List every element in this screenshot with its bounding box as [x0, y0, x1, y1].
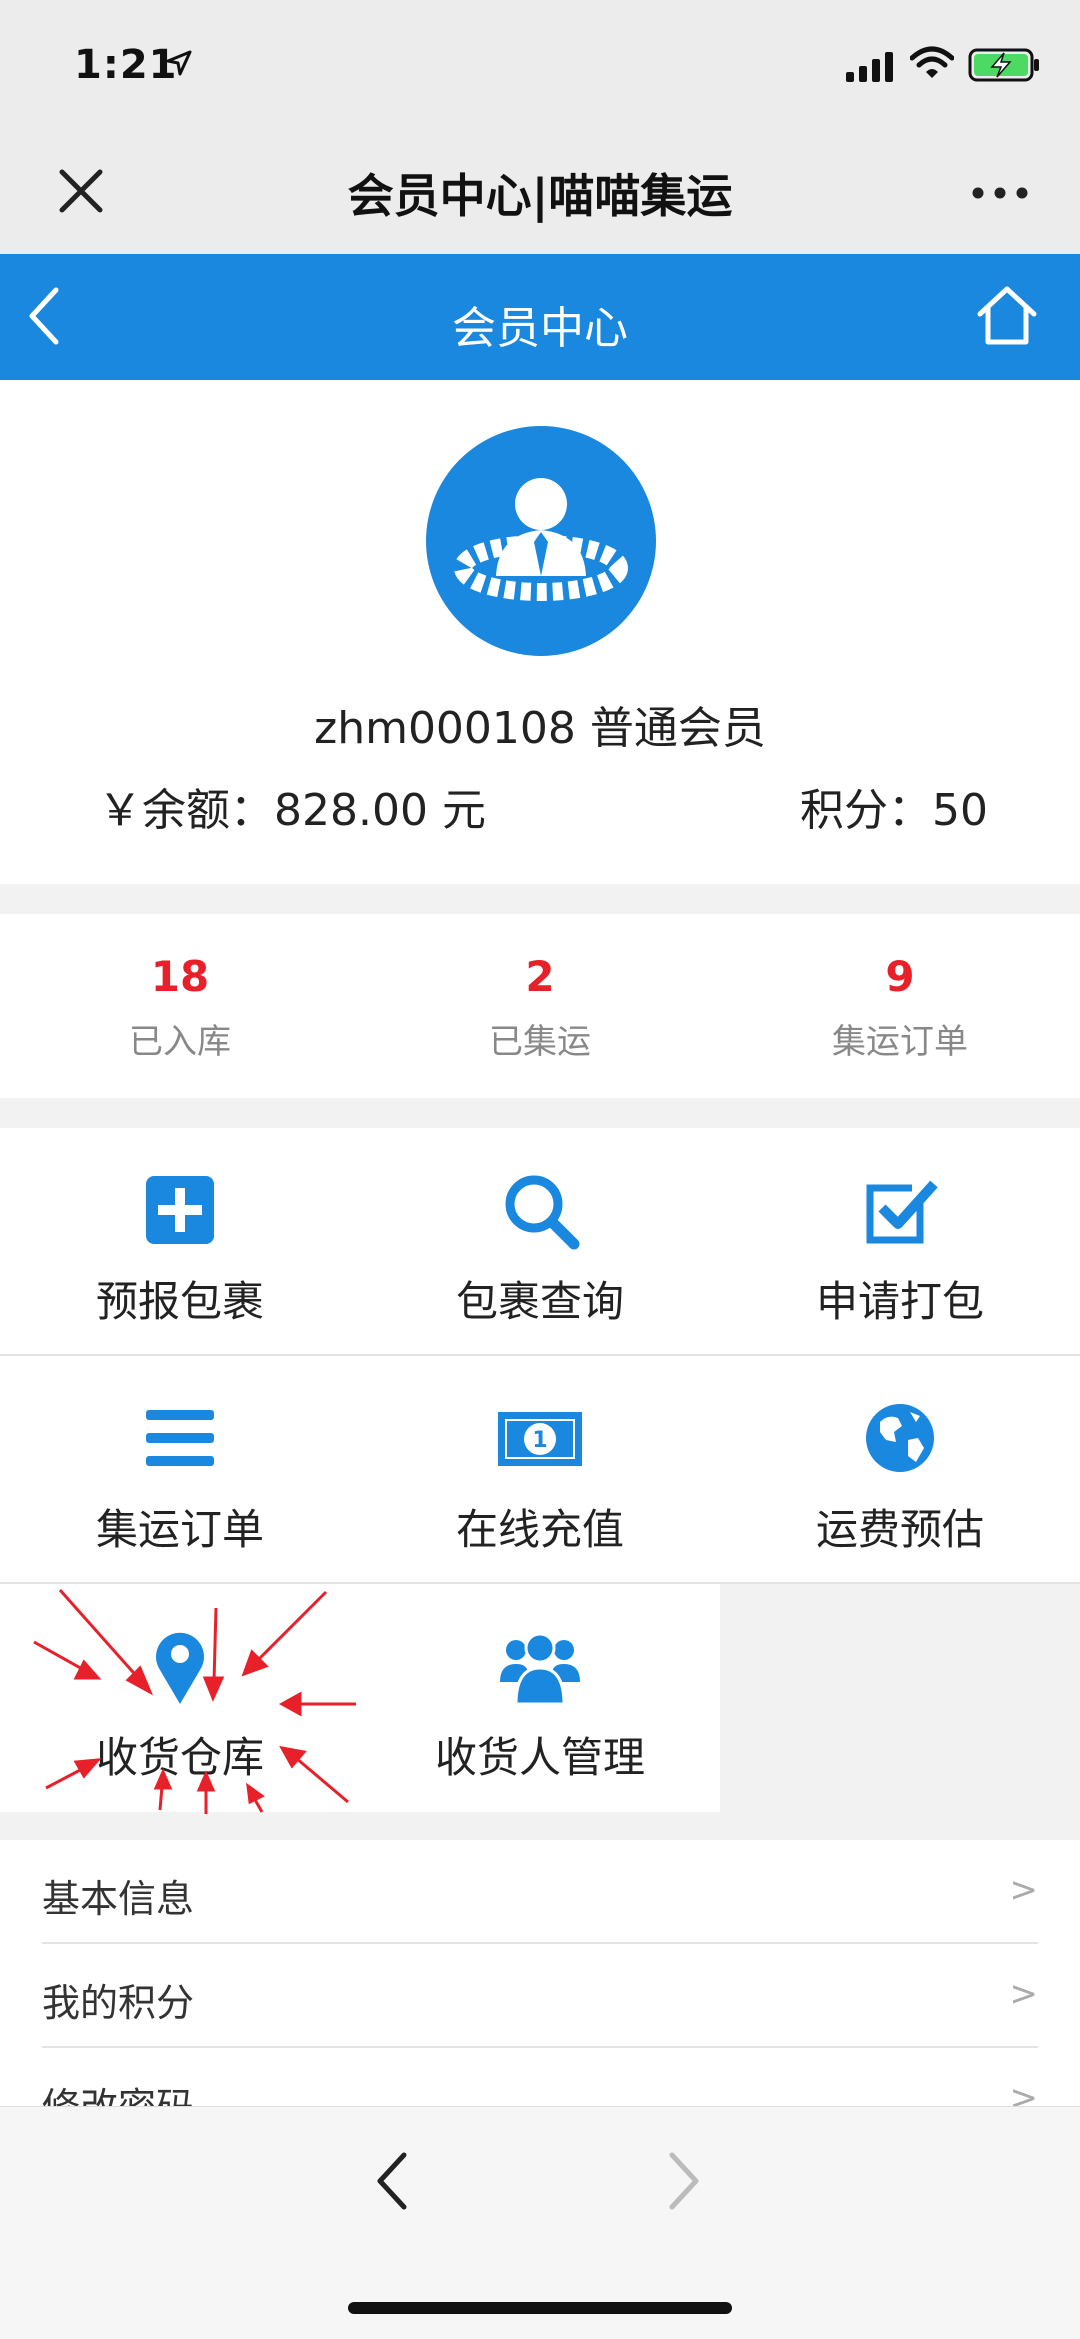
- avatar[interactable]: [426, 426, 656, 656]
- balance-label: ￥余额：828.00 元: [98, 785, 486, 836]
- stat-label: 已入库: [129, 1022, 231, 1063]
- stat-value: 2: [525, 952, 555, 1001]
- stat-value: 18: [150, 952, 210, 1001]
- plus-square-icon: [146, 1176, 214, 1244]
- battery-charging-icon: [968, 48, 1039, 82]
- menu-item-forecast-package[interactable]: 预报包裹: [0, 1128, 360, 1354]
- list-item-label: 基本信息: [42, 1877, 195, 1921]
- wechat-page-title: 会员中心|喵喵集运: [347, 169, 733, 223]
- cellular-signal-icon: [846, 52, 893, 82]
- chevron-right-icon: >: [1009, 1974, 1039, 2014]
- checkbox-icon: [866, 1180, 938, 1244]
- stat-orders[interactable]: 9 集运订单: [720, 952, 1080, 1063]
- stat-value: 9: [885, 952, 915, 1001]
- wifi-icon: [910, 46, 954, 78]
- list-item-my-points[interactable]: 我的积分 >: [42, 1944, 1038, 2048]
- status-time: 1:21: [74, 42, 178, 88]
- list-item-basic-info[interactable]: 基本信息 >: [42, 1840, 1038, 1944]
- chevron-right-icon: >: [1009, 2078, 1039, 2106]
- menu-item-label: 运费预估: [815, 1505, 984, 1554]
- browser-forward-icon[interactable]: [666, 2151, 702, 2211]
- stat-label: 已集运: [489, 1022, 591, 1063]
- list-item-change-password[interactable]: 修改密码 >: [42, 2048, 1038, 2106]
- search-icon: [505, 1175, 580, 1250]
- annotation-arrows: [33, 1589, 356, 1814]
- list-item-label: 我的积分: [42, 1981, 195, 2025]
- location-arrow-icon: [166, 50, 192, 76]
- home-icon[interactable]: [976, 284, 1038, 348]
- stat-consolidated[interactable]: 2 已集运: [360, 952, 720, 1063]
- menu-item-label: 集运订单: [95, 1505, 264, 1554]
- page-title: 会员中心: [452, 303, 628, 354]
- menu-item-package-search[interactable]: 包裹查询: [360, 1128, 720, 1354]
- member-avatar-icon: [454, 478, 628, 601]
- profile-section: zhm000108 普通会员 ￥余额：828.00 元 积分：50: [0, 380, 1080, 884]
- menu-item-request-packing[interactable]: 申请打包: [720, 1128, 1080, 1354]
- settings-list: 基本信息 > 我的积分 > 修改密码 >: [0, 1840, 1080, 2106]
- menu-item-online-recharge[interactable]: 1 在线充值: [360, 1356, 720, 1582]
- menu-item-label: 在线充值: [455, 1505, 624, 1554]
- stat-warehoused[interactable]: 18 已入库: [0, 952, 360, 1063]
- browser-back-icon[interactable]: [374, 2151, 410, 2211]
- list-icon: [146, 1410, 214, 1466]
- menu-item-shipping-estimate[interactable]: 运费预估: [720, 1356, 1080, 1582]
- users-icon: [500, 1632, 580, 1706]
- stat-label: 集运订单: [832, 1022, 968, 1063]
- username-label: zhm000108 普通会员: [314, 703, 766, 754]
- menu-item-label: 收货人管理: [434, 1733, 645, 1782]
- list-item-label: 修改密码: [42, 2076, 194, 2106]
- wechat-title-bar: 会员中心|喵喵集运: [0, 130, 1080, 254]
- home-indicator: [348, 2302, 732, 2314]
- menu-item-label: 包裹查询: [455, 1277, 624, 1326]
- status-bar: 1:21: [0, 0, 1080, 130]
- menu-item-consolidation-orders[interactable]: 集运订单: [0, 1356, 360, 1582]
- menu-item-label: 预报包裹: [95, 1277, 264, 1326]
- more-options-icon[interactable]: [972, 186, 1028, 200]
- menu-item-consignee-management[interactable]: 收货人管理: [360, 1584, 720, 1810]
- points-label: 积分：50: [800, 785, 988, 836]
- page-header: 会员中心: [0, 254, 1080, 380]
- stats-bar: 18 已入库 2 已集运 9 集运订单: [0, 914, 1080, 1098]
- money-icon: 1: [498, 1412, 582, 1466]
- menu-item-label: 申请打包: [815, 1277, 984, 1326]
- empty-cell: [720, 1584, 1080, 1812]
- globe-icon: [866, 1404, 934, 1472]
- chevron-right-icon: >: [1009, 1870, 1039, 1910]
- svg-text:1: 1: [532, 1428, 547, 1453]
